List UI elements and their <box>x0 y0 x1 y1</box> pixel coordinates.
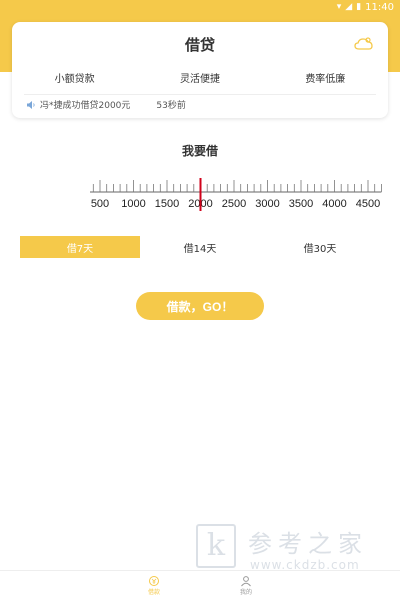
ruler-tick-label: 3500 <box>289 198 313 210</box>
tab-14-days[interactable]: 借14天 <box>140 236 260 258</box>
notice-text: 冯*捷成功借贷2000元 <box>40 101 131 111</box>
status-time: 11:40 <box>365 1 394 13</box>
card-divider <box>24 94 376 95</box>
feature-low-rate: 费率低廉 <box>305 74 346 85</box>
ruler-tick-label: 500 <box>91 198 109 210</box>
loan-icon <box>148 576 159 586</box>
feature-flexible: 灵活便捷 <box>179 74 220 85</box>
term-tabs: 借7天 借14天 借30天 <box>20 236 380 258</box>
signal-icon: ◢ <box>345 2 353 12</box>
wifi-icon: ▾ <box>336 2 342 12</box>
feature-list: 小额贷款 灵活便捷 费率低廉 <box>12 70 388 85</box>
page-title: 借贷 <box>184 36 215 54</box>
ruler-tick-label: 4000 <box>322 198 346 210</box>
feature-small-loan: 小额贷款 <box>54 74 95 85</box>
user-icon <box>241 576 251 587</box>
status-bar: ▾ ◢ ▮ 11:40 <box>0 0 400 14</box>
speaker-icon <box>27 100 35 109</box>
ruler-tick-label: 2500 <box>222 198 246 210</box>
watermark-logo: k <box>196 524 236 568</box>
amount-ruler-scale[interactable]: 50010001500200025003000350040004500 <box>90 170 390 220</box>
ruler-tick-label: 1000 <box>121 198 145 210</box>
watermark-text: 参考之家 <box>248 530 368 558</box>
loan-card: 借贷 小额贷款 灵活便捷 费率低廉 冯*捷成功借贷2000元 53秒前 <box>12 22 388 118</box>
borrow-label: 我要借 <box>181 144 218 158</box>
nav-label-mine: 我的 <box>240 589 253 596</box>
tab-30-days[interactable]: 借30天 <box>260 236 380 258</box>
ruler-tick-label: 4500 <box>356 198 380 210</box>
nav-item-mine[interactable]: 我的 <box>240 571 252 600</box>
ruler-tick-label: 3000 <box>255 198 279 210</box>
nav-label-loan: 借款 <box>147 589 160 596</box>
notice-bar: 冯*捷成功借贷2000元 53秒前 <box>26 98 186 111</box>
tab-7-days[interactable]: 借7天 <box>20 236 140 258</box>
nav-item-loan[interactable]: 借款 <box>148 571 160 600</box>
notice-time: 53秒前 <box>156 101 186 111</box>
amount-ruler[interactable]: 50010001500200025003000350040004500 <box>90 170 390 220</box>
bottom-nav: 借款 我的 <box>0 570 400 600</box>
weather-icon[interactable] <box>354 36 374 52</box>
ruler-tick-label: 1500 <box>155 198 179 210</box>
battery-icon: ▮ <box>356 2 362 12</box>
borrow-go-button[interactable]: 借款，GO！ <box>136 292 264 320</box>
